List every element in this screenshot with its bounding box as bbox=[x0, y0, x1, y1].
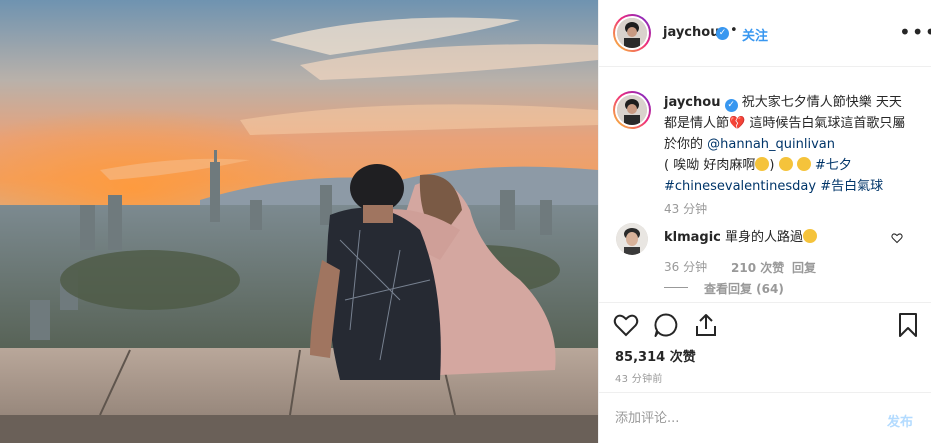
share-icon[interactable] bbox=[693, 312, 719, 338]
post-comment-button[interactable]: 发布 bbox=[887, 411, 913, 430]
hashtag-link[interactable]: #七夕 bbox=[815, 158, 852, 173]
profile-photo bbox=[617, 95, 647, 125]
caption-username[interactable]: jaychou bbox=[664, 95, 720, 110]
bookmark-icon[interactable] bbox=[895, 312, 921, 338]
avatar[interactable] bbox=[613, 91, 651, 129]
separator-dot: • bbox=[730, 23, 738, 38]
profile-photo bbox=[617, 18, 647, 48]
post-timestamp[interactable]: 43 分钟前 bbox=[615, 370, 663, 385]
sunset-city-photo bbox=[0, 0, 598, 443]
caption-text-part: ) bbox=[769, 158, 779, 173]
kissing-face-emoji-icon bbox=[778, 157, 793, 171]
more-options-icon[interactable]: ••• bbox=[899, 20, 931, 44]
grinning-sweat-emoji-icon bbox=[755, 157, 770, 171]
comment-username[interactable]: klmagic bbox=[664, 230, 721, 245]
crying-face-emoji-icon bbox=[803, 229, 818, 243]
avatar[interactable] bbox=[616, 223, 648, 255]
instagram-post: jaychou ✓ • 关注 ••• jaychou ✓ bbox=[0, 0, 931, 443]
mention-link[interactable]: @hannah_quinlivan bbox=[707, 137, 835, 152]
profile-photo bbox=[616, 223, 648, 255]
comment-age[interactable]: 36 分钟 bbox=[664, 258, 707, 275]
post-side-panel: jaychou ✓ • 关注 ••• jaychou ✓ bbox=[598, 0, 931, 443]
likes-count[interactable]: 85,314 次赞 bbox=[615, 346, 696, 365]
broken-heart-icon: 💔 bbox=[729, 116, 746, 131]
comment-input[interactable] bbox=[615, 409, 865, 427]
comment-text: klmagic 單身的人路過 bbox=[664, 226, 818, 245]
avatar[interactable] bbox=[613, 14, 651, 52]
comment-icon[interactable] bbox=[653, 312, 679, 338]
hashtag-link[interactable]: #告白氣球 bbox=[820, 179, 883, 194]
action-bar: 85,314 次赞 43 分钟前 bbox=[599, 302, 931, 392]
verified-badge-icon: ✓ bbox=[724, 99, 738, 112]
post-header: jaychou ✓ • 关注 ••• bbox=[599, 0, 931, 67]
view-replies-button[interactable]: 查看回复 (64) bbox=[704, 280, 784, 297]
post-photo[interactable] bbox=[0, 0, 598, 443]
hashtag-link[interactable]: #chinesevalentinesday bbox=[664, 179, 816, 194]
add-comment-bar: 发布 bbox=[599, 392, 931, 443]
view-replies-line bbox=[664, 287, 688, 288]
comment-likes[interactable]: 210 次赞 bbox=[731, 259, 784, 276]
follow-button[interactable]: 关注 bbox=[742, 25, 768, 44]
heart-icon[interactable] bbox=[891, 232, 903, 244]
header-username[interactable]: jaychou bbox=[663, 25, 719, 40]
caption-age[interactable]: 43 分钟 bbox=[664, 200, 707, 217]
reply-button[interactable]: 回复 bbox=[792, 259, 816, 276]
caption-text-part: ( 唉呦 好肉麻啊 bbox=[664, 158, 756, 173]
kissing-face-emoji-icon bbox=[796, 157, 811, 171]
heart-icon[interactable] bbox=[613, 312, 639, 338]
comment-body: 單身的人路過 bbox=[725, 230, 804, 245]
caption-text: jaychou ✓ 祝大家七夕情人節快樂 天天都是情人節💔 這時候告白氣球這首歌… bbox=[664, 92, 909, 197]
comments-list[interactable]: jaychou ✓ 祝大家七夕情人節快樂 天天都是情人節💔 這時候告白氣球這首歌… bbox=[599, 68, 931, 301]
verified-badge-icon: ✓ bbox=[716, 27, 729, 40]
